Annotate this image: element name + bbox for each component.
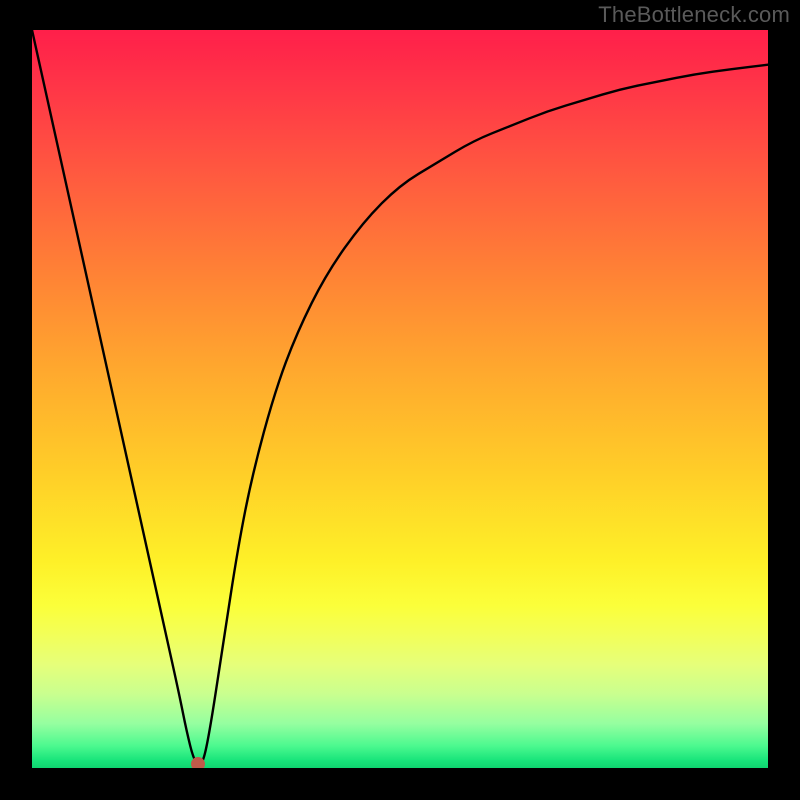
plot-area <box>32 30 768 768</box>
optimal-point-marker <box>191 757 205 768</box>
bottleneck-curve <box>32 30 768 768</box>
chart-frame: TheBottleneck.com <box>0 0 800 800</box>
watermark-text: TheBottleneck.com <box>598 2 790 28</box>
